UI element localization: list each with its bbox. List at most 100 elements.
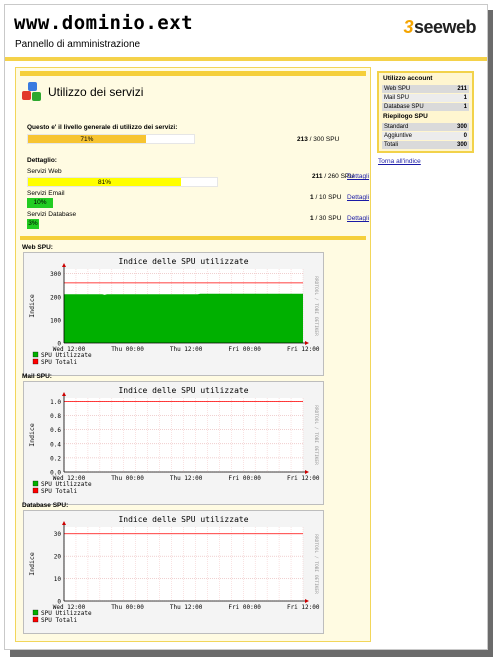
overall-usage-bar: 71% — [27, 134, 195, 144]
overall-used: 213 — [297, 136, 308, 143]
summary-row-label: Aggiuntive — [384, 133, 413, 139]
y-axis-label: Indice — [28, 423, 36, 447]
account-row: Database SPU 1 — [382, 103, 469, 111]
y-tick-label: 300 — [50, 271, 61, 278]
seeweb-logo[interactable]: 3seeweb — [403, 17, 476, 38]
service-usage-value: 1 / 10 SPU — [310, 194, 341, 201]
graph-title: Indice delle SPU utilizzate — [118, 386, 248, 395]
spu-summary-title: Riepilogo SPU — [383, 113, 428, 120]
account-row: Web SPU 211 — [382, 85, 469, 93]
legend-swatch — [32, 480, 39, 487]
y-tick-label: 100 — [50, 317, 61, 324]
x-tick-label: Thu 00:00 — [111, 346, 144, 353]
y-axis-label: Indice — [28, 294, 36, 318]
summary-row: Aggiuntive 0 — [382, 132, 469, 140]
site-title: www.dominio.ext — [14, 12, 194, 34]
y-tick-label: 30 — [54, 531, 62, 538]
web-spu-graph: Indice delle SPU utilizzate 0 100 200 300 Wed… — [23, 252, 324, 376]
service-usage-bar: 3% — [27, 219, 39, 229]
overall-percent: 71% — [80, 136, 94, 143]
summary-row-value: 300 — [456, 142, 467, 148]
legend-swatch — [32, 616, 39, 623]
y-tick-label: 0.4 — [50, 441, 61, 448]
cube-blue — [28, 82, 37, 91]
legend-swatch — [32, 358, 39, 365]
service-usage-fill: 3% — [27, 219, 39, 229]
database-spu-graph: Indice delle SPU utilizzate 0 10 20 30 Wed 12… — [23, 510, 324, 634]
legend-swatch — [32, 487, 39, 494]
account-row-label: Database SPU — [384, 104, 424, 110]
service-name: Servizi Email — [27, 190, 65, 197]
mail-spu-graph: Indice delle SPU utilizzate 0.0 0.2 0.4 0.6 0… — [23, 381, 324, 505]
summary-row-label: Standard — [384, 124, 409, 130]
rrdtool-credit: RRDTOOL / TOBI OETIKER — [313, 534, 319, 594]
x-tick-label: Thu 12:00 — [170, 475, 203, 482]
series-area-spu-utilizzate — [64, 293, 303, 343]
detail-label: Dettaglio: — [27, 157, 57, 164]
service-usage-value: 1 / 30 SPU — [310, 215, 341, 222]
email-details-link[interactable]: Dettagli — [347, 194, 369, 201]
seeweb-logo-mark: 3 — [403, 17, 413, 37]
x-tick-label: Fri 12:00 — [287, 604, 320, 611]
graph-svg: Indice delle SPU utilizzate0100200300Wed… — [28, 257, 320, 366]
panel-title: Utilizzo dei servizi — [48, 85, 144, 99]
overall-total: / 300 SPU — [309, 136, 340, 143]
mail-spu-label: Mail SPU: — [22, 373, 52, 380]
summary-row-value: 300 — [456, 124, 467, 130]
x-tick-label: Fri 00:00 — [228, 475, 261, 482]
service-usage-fill: 81% — [28, 178, 182, 186]
summary-row: Standard 300 — [382, 123, 469, 131]
service-name: Servizi Database — [27, 211, 77, 218]
graph-title: Indice delle SPU utilizzate — [118, 515, 248, 524]
y-tick-label: 10 — [54, 576, 62, 583]
x-tick-label: Fri 12:00 — [287, 475, 320, 482]
x-tick-label: Thu 00:00 — [111, 604, 144, 611]
service-usage-fill: 10% — [27, 198, 53, 208]
service-total: / 10 SPU — [315, 194, 342, 201]
summary-row: Totali 300 — [382, 141, 469, 149]
y-tick-label: 0.6 — [50, 427, 61, 434]
rrdtool-credit: RRDTOOL / TOBI OETIKER — [313, 405, 319, 465]
overall-usage-value: 213 / 300 SPU — [297, 136, 339, 143]
service-usage-bar: 10% — [27, 198, 53, 208]
legend-label: SPU Totali — [41, 488, 78, 495]
overall-usage-fill: 71% — [28, 135, 146, 143]
account-row-value: 1 — [463, 104, 467, 110]
site-subtitle: Pannello di amministrazione — [15, 39, 141, 50]
legend-swatch — [32, 351, 39, 358]
service-percent: 81% — [98, 179, 112, 186]
x-tick-label: Thu 12:00 — [170, 346, 203, 353]
service-percent: 3% — [28, 220, 38, 227]
service-total: / 30 SPU — [315, 215, 342, 222]
services-usage-panel: Utilizzo dei servizi Questo e' il livell… — [15, 67, 371, 642]
service-percent: 10% — [33, 199, 47, 206]
panel-divider — [20, 236, 366, 240]
legend-label: SPU Totali — [41, 359, 78, 366]
service-used: 1 — [310, 194, 314, 201]
legend-label: SPU Utilizzate — [41, 610, 92, 617]
account-row: Mail SPU 1 — [382, 94, 469, 102]
x-tick-label: Fri 12:00 — [287, 346, 320, 353]
database-details-link[interactable]: Dettagli — [347, 215, 369, 222]
graph-svg: Indice delle SPU utilizzate0102030Wed 12… — [28, 515, 320, 624]
x-axis-arrow — [305, 341, 309, 345]
account-row-value: 211 — [457, 86, 467, 92]
y-tick-label: 0.8 — [50, 413, 61, 420]
account-row-label: Mail SPU — [384, 95, 410, 101]
y-axis-label: Indice — [28, 552, 36, 576]
y-tick-label: 0.2 — [50, 455, 61, 462]
web-details-link[interactable]: Dettagli — [347, 173, 369, 180]
account-row-label: Web SPU — [384, 86, 411, 92]
service-usage-bar: 81% — [27, 177, 218, 187]
service-name: Servizi Web — [27, 168, 62, 175]
panel-top-bar — [20, 71, 366, 76]
cubes-icon — [22, 82, 44, 104]
summary-row-label: Totali — [384, 142, 399, 148]
cube-red — [22, 91, 31, 100]
legend-label: SPU Utilizzate — [41, 481, 92, 488]
legend-swatch — [32, 609, 39, 616]
header-divider — [5, 57, 487, 61]
back-to-index-link[interactable]: Torna all'indice — [378, 158, 421, 165]
service-used: 211 — [312, 173, 323, 180]
y-tick-label: 1.0 — [50, 399, 61, 406]
